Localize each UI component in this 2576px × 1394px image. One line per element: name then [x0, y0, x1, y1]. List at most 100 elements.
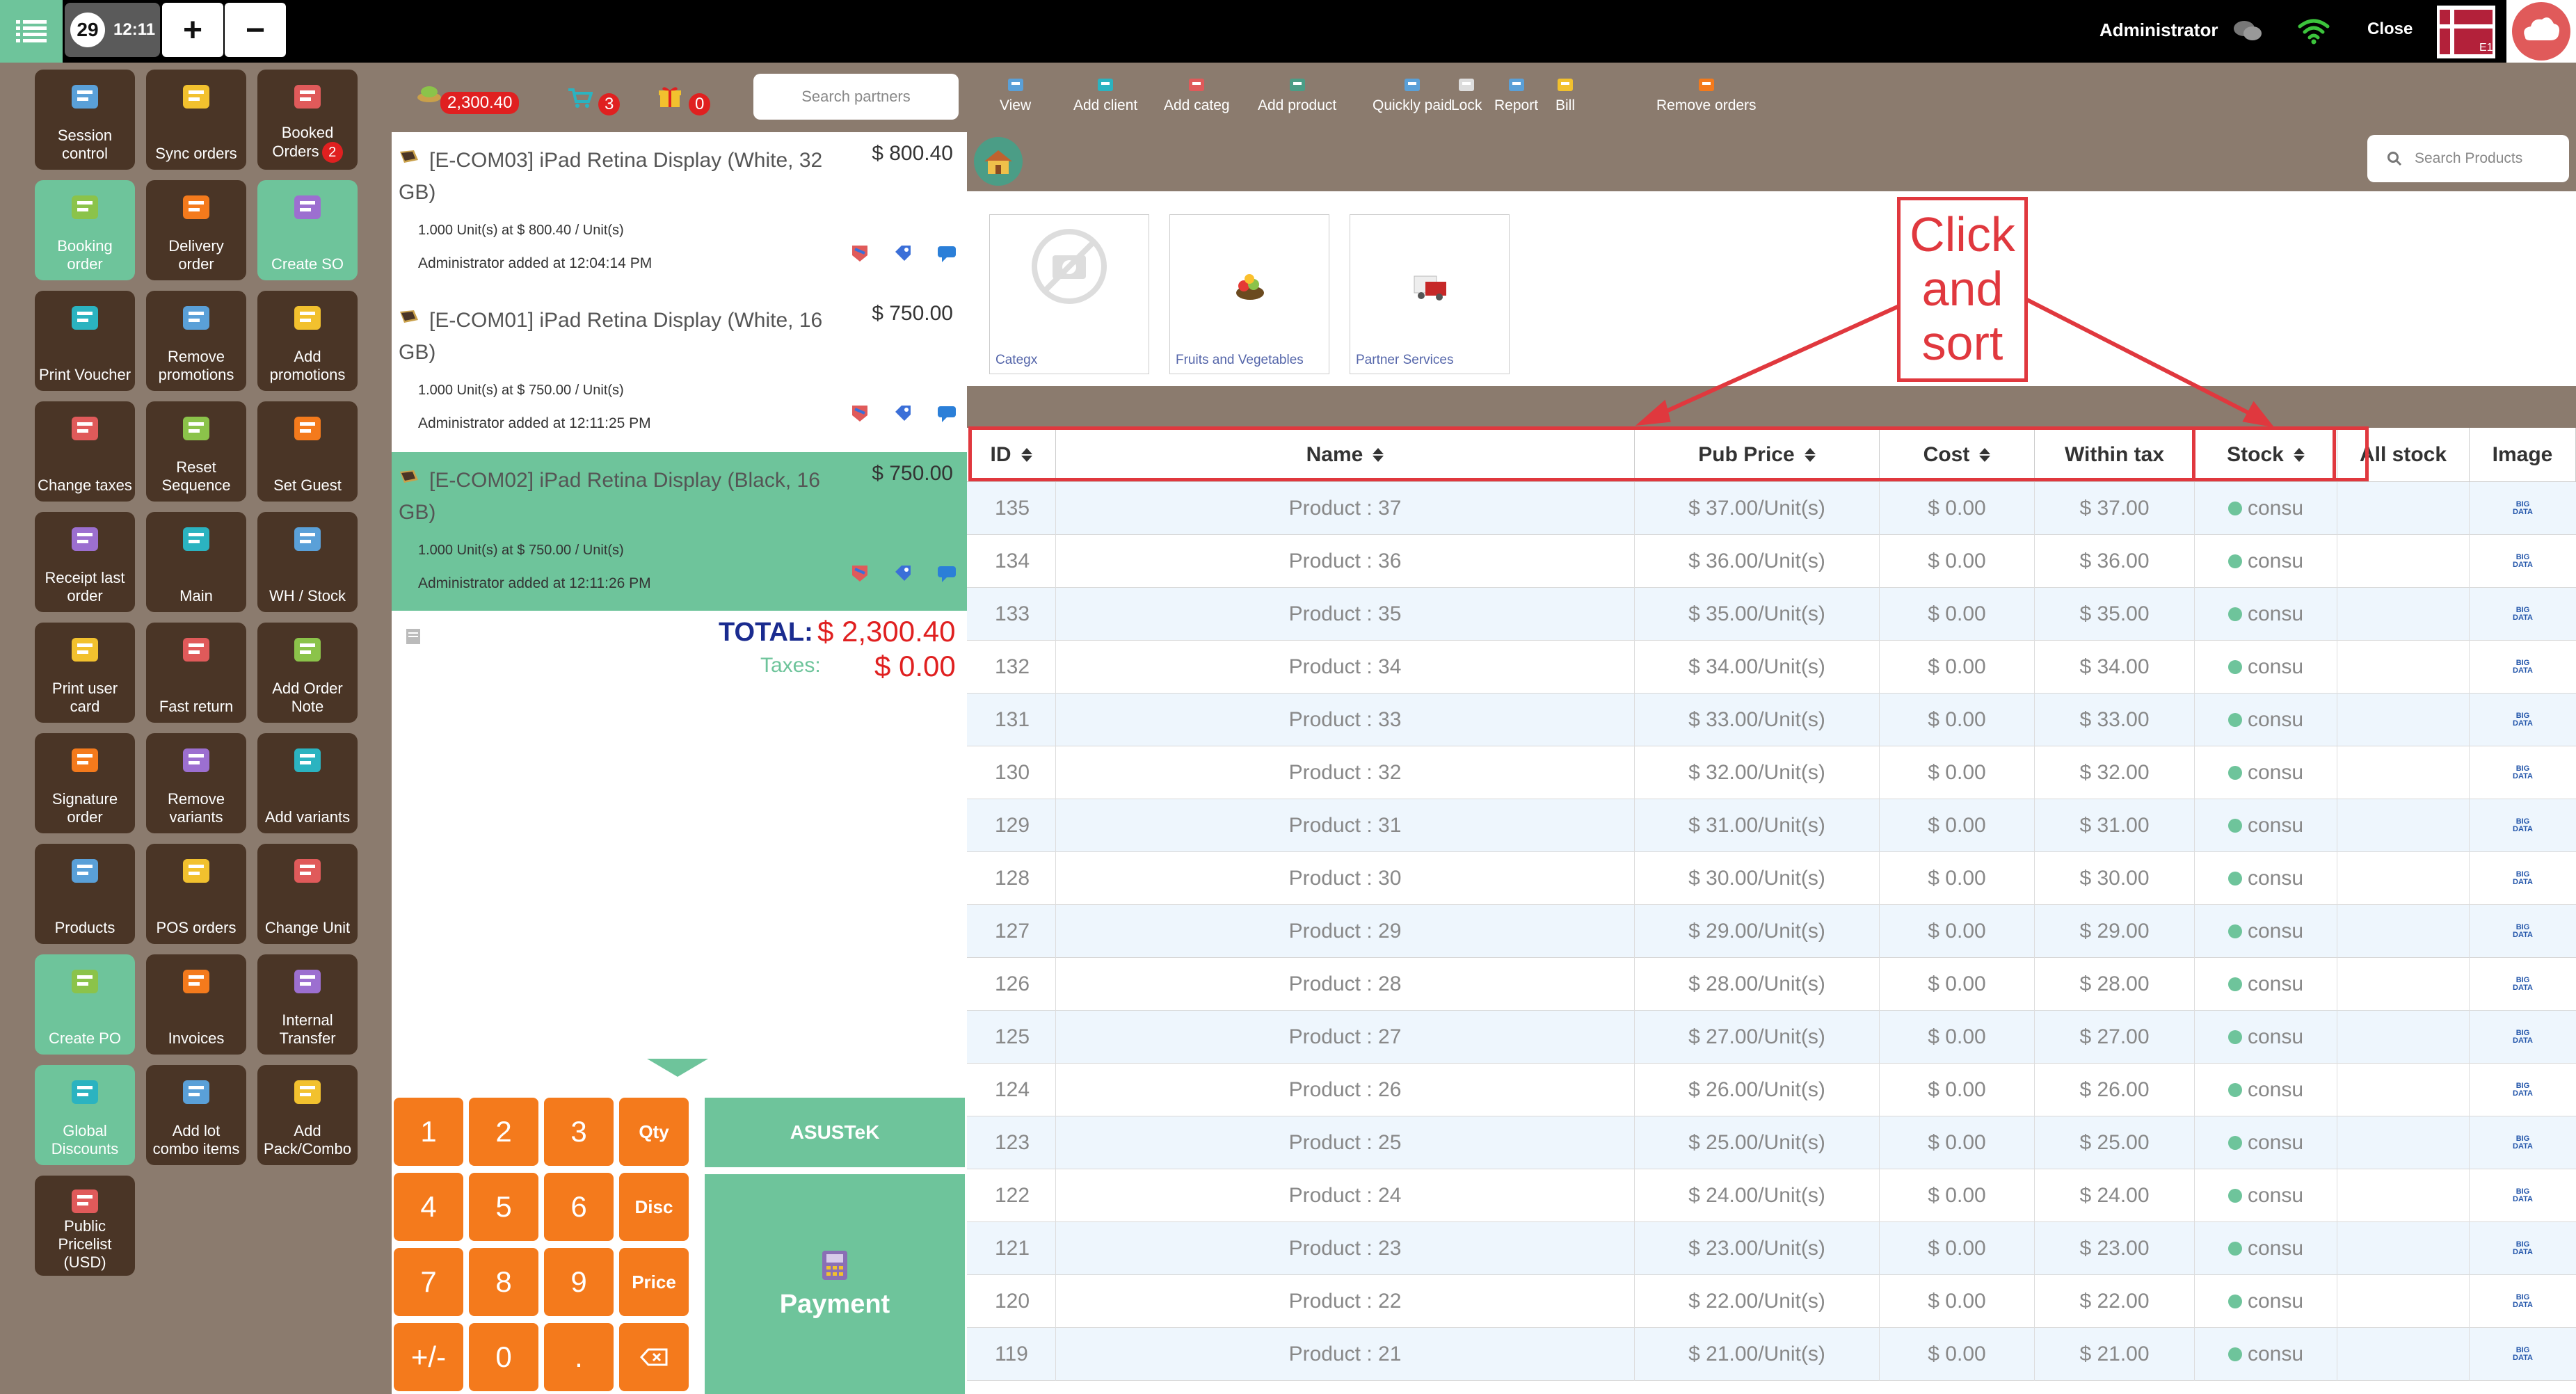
table-row[interactable]: 122 Product : 24 $ 24.00/Unit(s) $ 0.00 $ 24… [967, 1169, 2576, 1222]
menu-button[interactable] [0, 0, 63, 63]
product-search-input[interactable]: Search Products [2367, 135, 2569, 182]
close-button[interactable]: Close [2367, 19, 2413, 39]
toolbar-add-category[interactable]: Add categ [1164, 77, 1230, 114]
table-row[interactable]: 127 Product : 29 $ 29.00/Unit(s) $ 0.00 $ 29… [967, 905, 2576, 958]
key-4[interactable]: 4 [394, 1173, 463, 1241]
key-6[interactable]: 6 [544, 1173, 614, 1241]
action-button[interactable]: Sync orders [146, 70, 246, 170]
action-button[interactable]: Public Pricelist (USD) [35, 1176, 135, 1276]
action-button[interactable]: Main [146, 512, 246, 612]
table-row[interactable]: 121 Product : 23 $ 23.00/Unit(s) $ 0.00 $ 23… [967, 1222, 2576, 1275]
table-row[interactable]: 120 Product : 22 $ 22.00/Unit(s) $ 0.00 $ 22… [967, 1275, 2576, 1328]
gift-card-icon[interactable]: E10 [2437, 6, 2495, 58]
discount-icon[interactable] [850, 403, 870, 423]
order-line[interactable]: [E-COM02] iPad Retina Display (Black, 16… [392, 452, 967, 611]
zoom-in-button[interactable]: + [162, 3, 223, 57]
action-button[interactable]: Signature order [35, 733, 135, 833]
comment-icon[interactable] [936, 243, 957, 263]
action-button[interactable]: Add Pack/Combo [257, 1065, 358, 1165]
key-5[interactable]: 5 [469, 1173, 538, 1241]
qty-button[interactable]: Qty [619, 1098, 689, 1166]
action-button[interactable]: Receipt last order [35, 512, 135, 612]
action-button[interactable]: Products [35, 844, 135, 944]
action-button[interactable]: Remove promotions [146, 291, 246, 391]
action-button[interactable]: Remove variants [146, 733, 246, 833]
table-row[interactable]: 119 Product : 21 $ 21.00/Unit(s) $ 0.00 $ 21… [967, 1328, 2576, 1381]
action-button[interactable]: Change taxes [35, 401, 135, 502]
decimal-button[interactable]: . [544, 1323, 614, 1391]
action-button[interactable]: Booked Orders 2 [257, 70, 358, 170]
column-header-image[interactable]: Image [2470, 428, 2576, 482]
toolbar-lock[interactable]: Lock [1451, 77, 1482, 114]
key-1[interactable]: 1 [394, 1098, 463, 1166]
partner-search-input[interactable]: Search partners [753, 74, 959, 120]
action-button[interactable]: Invoices [146, 954, 246, 1055]
action-button[interactable]: Global Discounts [35, 1065, 135, 1165]
order-line[interactable]: [E-COM03] iPad Retina Display (White, 32… [392, 132, 967, 291]
comment-icon[interactable] [936, 563, 957, 583]
category-card-fruits[interactable]: Fruits and Vegetables [1169, 214, 1329, 374]
action-button[interactable]: Set Guest [257, 401, 358, 502]
table-row[interactable]: 134 Product : 36 $ 36.00/Unit(s) $ 0.00 $ 36… [967, 535, 2576, 588]
action-button[interactable]: Reset Sequence [146, 401, 246, 502]
toolbar-add-product[interactable]: Add product [1258, 77, 1336, 114]
cloud-sync-icon[interactable] [2506, 0, 2576, 63]
home-category-icon[interactable] [974, 137, 1023, 186]
action-button[interactable]: Session control [35, 70, 135, 170]
action-button[interactable]: Print Voucher [35, 291, 135, 391]
action-button[interactable]: Add lot combo items [146, 1065, 246, 1165]
table-row[interactable]: 125 Product : 27 $ 27.00/Unit(s) $ 0.00 $ 27… [967, 1011, 2576, 1064]
chat-icon[interactable] [2233, 19, 2262, 43]
cart-icon[interactable] [568, 88, 593, 109]
action-button[interactable]: Booking order [35, 180, 135, 280]
table-row[interactable]: 124 Product : 26 $ 26.00/Unit(s) $ 0.00 $ 26… [967, 1064, 2576, 1116]
customer-button[interactable]: ASUSTeK [705, 1098, 965, 1167]
action-button[interactable]: Fast return [146, 623, 246, 723]
table-row[interactable]: 130 Product : 32 $ 32.00/Unit(s) $ 0.00 $ 32… [967, 746, 2576, 799]
action-button[interactable]: Print user card [35, 623, 135, 723]
action-button[interactable]: Change Unit [257, 844, 358, 944]
backspace-button[interactable] [619, 1323, 689, 1391]
category-card-categx[interactable]: Categx [989, 214, 1149, 374]
table-row[interactable]: 123 Product : 25 $ 25.00/Unit(s) $ 0.00 $ 25… [967, 1116, 2576, 1169]
table-row[interactable]: 126 Product : 28 $ 28.00/Unit(s) $ 0.00 $ 28… [967, 958, 2576, 1011]
tag-icon[interactable] [893, 403, 913, 423]
plus-minus-button[interactable]: +/- [394, 1323, 463, 1391]
gift-icon[interactable] [658, 85, 682, 109]
toolbar-remove-orders[interactable]: Remove orders [1656, 77, 1757, 114]
category-card-partner-services[interactable]: Partner Services [1350, 214, 1510, 374]
toolbar-bill[interactable]: Bill [1555, 77, 1575, 114]
user-name[interactable]: Administrator [2099, 19, 2218, 41]
price-button[interactable]: Price [619, 1248, 689, 1316]
key-9[interactable]: 9 [544, 1248, 614, 1316]
table-row[interactable]: 133 Product : 35 $ 35.00/Unit(s) $ 0.00 $ 35… [967, 588, 2576, 641]
toolbar-add-client[interactable]: Add client [1073, 77, 1137, 114]
toolbar-report[interactable]: Report [1494, 77, 1538, 114]
toolbar-quick-pay[interactable]: Quickly paid [1373, 77, 1452, 114]
table-row[interactable]: 128 Product : 30 $ 30.00/Unit(s) $ 0.00 $ 30… [967, 852, 2576, 905]
toolbar-view[interactable]: View [1000, 77, 1031, 114]
collapse-arrow-icon[interactable] [647, 1059, 708, 1077]
action-button[interactable]: WH / Stock [257, 512, 358, 612]
key-3[interactable]: 3 [544, 1098, 614, 1166]
action-button[interactable]: Add variants [257, 733, 358, 833]
action-button[interactable]: Add promotions [257, 291, 358, 391]
zoom-out-button[interactable]: − [225, 3, 286, 57]
action-button[interactable]: Delivery order [146, 180, 246, 280]
key-0[interactable]: 0 [469, 1323, 538, 1391]
action-button[interactable]: Internal Transfer [257, 954, 358, 1055]
action-button[interactable]: POS orders [146, 844, 246, 944]
discount-icon[interactable] [850, 243, 870, 263]
action-button[interactable]: Create PO [35, 954, 135, 1055]
payment-button[interactable]: Payment [705, 1174, 965, 1394]
comment-icon[interactable] [936, 403, 957, 423]
key-8[interactable]: 8 [469, 1248, 538, 1316]
key-2[interactable]: 2 [469, 1098, 538, 1166]
order-line[interactable]: [E-COM01] iPad Retina Display (White, 16… [392, 292, 967, 451]
table-row[interactable]: 131 Product : 33 $ 33.00/Unit(s) $ 0.00 $ 33… [967, 694, 2576, 746]
table-row[interactable]: 135 Product : 37 $ 37.00/Unit(s) $ 0.00 $ 37… [967, 482, 2576, 535]
tag-icon[interactable] [893, 243, 913, 263]
table-row[interactable]: 132 Product : 34 $ 34.00/Unit(s) $ 0.00 $ 34… [967, 641, 2576, 694]
action-button[interactable]: Add Order Note [257, 623, 358, 723]
tag-icon[interactable] [893, 563, 913, 583]
